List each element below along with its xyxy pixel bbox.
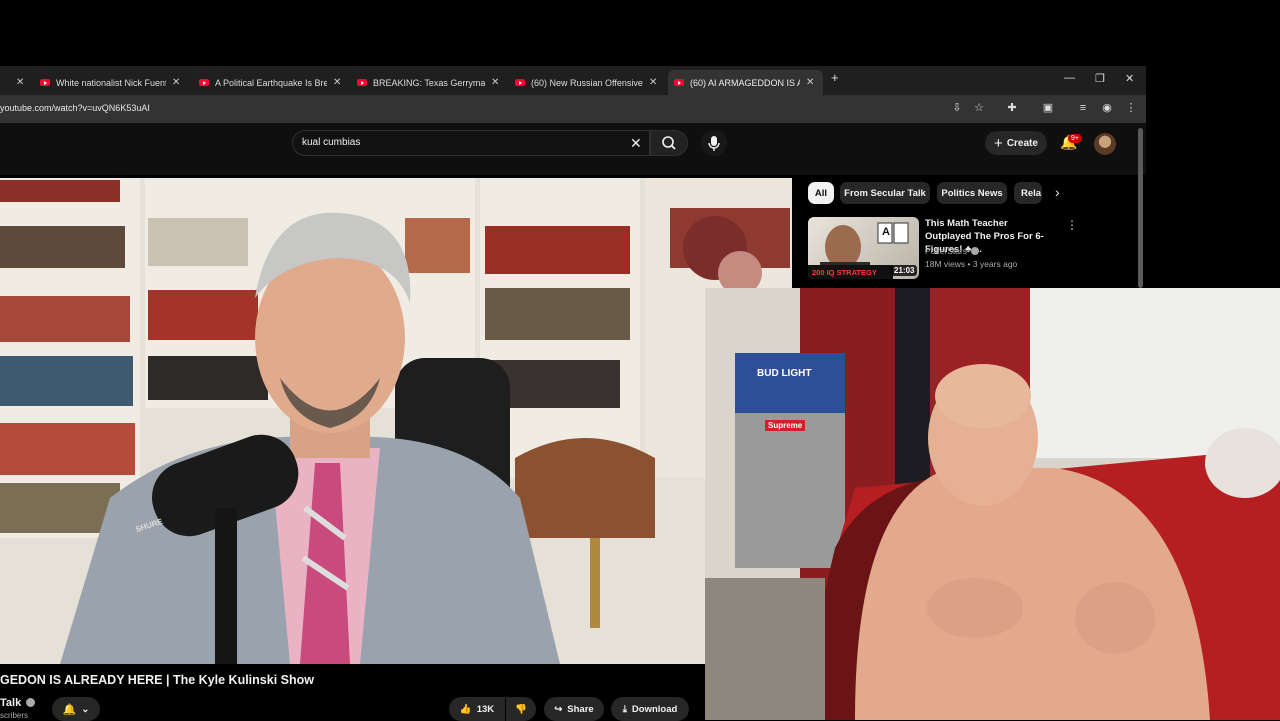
sticker-text: Supreme (765, 420, 806, 431)
tab-title: (60) AI ARMAGEDDON IS ALRE (690, 77, 800, 88)
like-button[interactable]: 👍 13K (449, 697, 505, 721)
tab-partial[interactable]: ✕ (0, 70, 30, 95)
minimize-button[interactable]: — (1064, 72, 1075, 84)
close-tab-icon[interactable]: ✕ (649, 77, 657, 88)
youtube-favicon-icon (357, 79, 367, 86)
thumbnail-caption: 200 IQ STRATEGY (812, 268, 877, 277)
restore-button[interactable]: ❐ (1095, 72, 1105, 85)
browser-tab-active[interactable]: (60) AI ARMAGEDDON IS ALRE ✕ (668, 70, 823, 95)
tab-title: BREAKING: Texas Gerrymander (373, 77, 485, 88)
channel-name-text: Talk (0, 697, 22, 709)
close-tab-icon[interactable]: ✕ (333, 77, 341, 88)
close-window-button[interactable]: ✕ (1125, 72, 1134, 85)
extensions-icon[interactable]: ✚ (1005, 101, 1019, 115)
video-duration-badge: 21:03 (891, 265, 918, 276)
create-label: Create (1006, 137, 1038, 149)
poster-text: BUD LIGHT (757, 368, 812, 379)
create-button[interactable]: + Create (985, 131, 1047, 155)
download-button[interactable]: ⤓ Download (611, 697, 689, 721)
new-tab-button[interactable]: + (831, 70, 839, 85)
media-control-icon[interactable]: ≡ (1076, 101, 1090, 115)
close-tab-icon[interactable]: ✕ (172, 77, 180, 88)
channel-name: PokerStars (925, 246, 968, 256)
thumbnail-card-text: A (882, 226, 890, 238)
url-text[interactable]: youtube.com/watch?v=uvQN6K53uAI (0, 103, 150, 113)
close-tab-icon[interactable]: ✕ (806, 77, 814, 88)
tab-title: White nationalist Nick Fuentes (56, 77, 166, 88)
share-label: Share (567, 703, 594, 715)
microphone-icon (708, 136, 720, 151)
chip-from-secular-talk[interactable]: From Secular Talk (840, 182, 930, 204)
tab-title: A Political Earthquake Is Brewing (215, 77, 327, 88)
thumbs-down-icon: 👎 (515, 703, 527, 715)
share-arrow-icon: ↪ (554, 703, 563, 715)
browser-tab-strip: ✕ White nationalist Nick Fuentes ✕ A Pol… (0, 66, 1146, 95)
thumbs-up-icon: 👍 (459, 703, 472, 715)
verified-check-icon (971, 247, 980, 255)
download-label: Download (631, 703, 678, 715)
close-tab-icon[interactable]: ✕ (491, 77, 499, 88)
webcam-scene (705, 288, 1280, 720)
clear-search-icon[interactable]: ✕ (630, 135, 642, 152)
browser-tab[interactable]: (60) New Russian Offensive STR ✕ (515, 70, 665, 95)
youtube-favicon-icon (674, 79, 684, 86)
subscriber-count: scribers (0, 711, 29, 720)
browser-menu-icon[interactable]: ⋮ (1124, 101, 1138, 115)
bell-icon: 🔔 (62, 703, 77, 716)
profile-icon[interactable]: ◉ (1100, 101, 1114, 115)
install-app-icon[interactable]: ⇩ (950, 101, 964, 115)
video-frame-scene (0, 178, 792, 664)
channel-name-link[interactable]: Talk (0, 697, 36, 709)
recommendation-meta: 18M views • 3 years ago (925, 259, 1018, 269)
recommendation-channel[interactable]: PokerStars (925, 246, 980, 256)
video-player[interactable]: SHURE (0, 178, 792, 664)
webcam-overlay: BUD LIGHT Supreme (705, 288, 1280, 720)
verified-check-icon (26, 698, 36, 707)
download-icon: ⤓ (622, 703, 627, 715)
account-avatar[interactable] (1094, 133, 1116, 155)
chevron-down-icon: ⌄ (81, 703, 90, 715)
search-icon (662, 136, 676, 150)
share-button[interactable]: ↪ Share (544, 697, 604, 721)
more-options-icon[interactable]: ⋮ (1066, 218, 1078, 232)
browser-tab[interactable]: White nationalist Nick Fuentes ✕ (40, 70, 190, 95)
plus-icon: + (994, 134, 1003, 152)
browser-tab[interactable]: BREAKING: Texas Gerrymander ✕ (357, 70, 507, 95)
dislike-button[interactable]: 👎 (506, 697, 536, 721)
page-scrollbar[interactable] (1138, 128, 1143, 288)
voice-search-button[interactable] (701, 130, 727, 156)
like-count: 13K (476, 703, 495, 715)
video-title: GEDON IS ALREADY HERE | The Kyle Kulinsk… (0, 673, 314, 687)
notification-badge: 9+ (1068, 134, 1082, 143)
notification-bell-button[interactable]: 🔔 ⌄ (52, 697, 100, 721)
browser-tab[interactable]: A Political Earthquake Is Brewing ✕ (199, 70, 349, 95)
chevron-right-icon[interactable]: › (1055, 184, 1060, 200)
close-tab-icon[interactable]: ✕ (16, 77, 24, 88)
chip-politics-news[interactable]: Politics News (937, 182, 1007, 204)
youtube-favicon-icon (515, 79, 525, 86)
youtube-favicon-icon (40, 79, 50, 86)
sidebar-icon[interactable]: ▣ (1041, 101, 1055, 115)
chip-all[interactable]: All (808, 182, 834, 204)
chip-related[interactable]: Rela (1014, 182, 1042, 204)
youtube-favicon-icon (199, 79, 209, 86)
search-query-text[interactable]: kual cumbias (302, 137, 360, 148)
tab-title: (60) New Russian Offensive STR (531, 77, 643, 88)
bookmark-star-icon[interactable]: ☆ (972, 101, 986, 115)
search-button[interactable] (650, 130, 688, 156)
